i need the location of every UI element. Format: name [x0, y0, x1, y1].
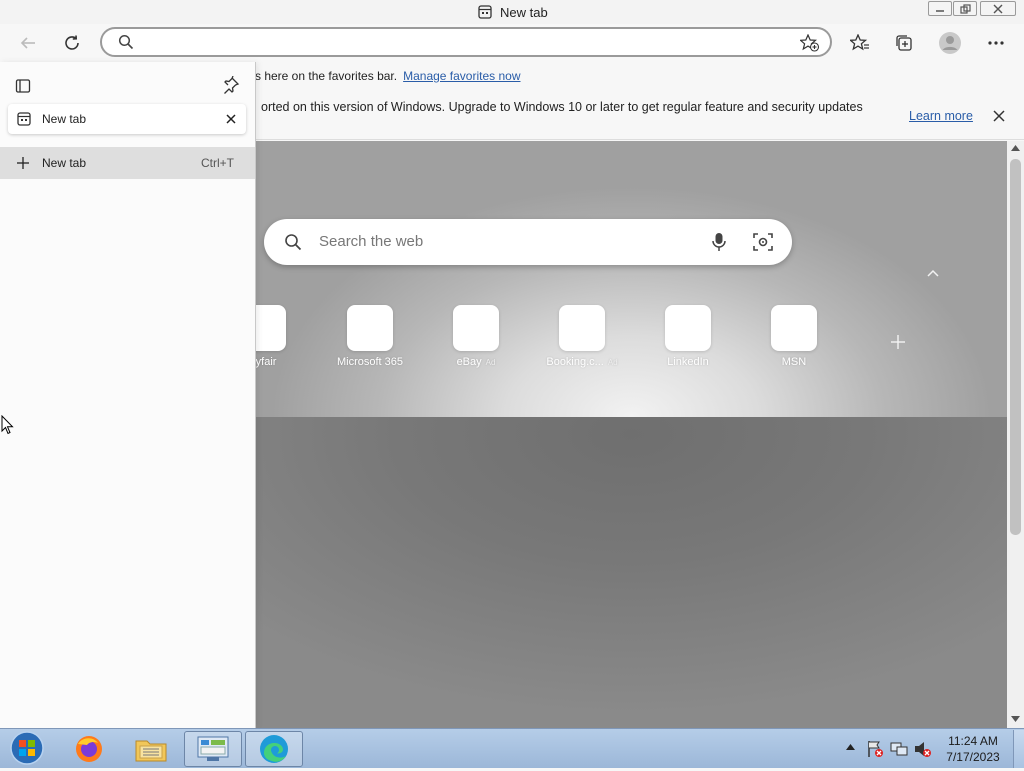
collections-button[interactable] — [890, 29, 918, 57]
new-tab-page-icon — [478, 5, 492, 19]
unsupported-os-bar: orted on this version of Windows. Upgrad… — [255, 90, 1024, 140]
quick-link-tile[interactable] — [665, 305, 711, 351]
window-title-text: New tab — [500, 4, 548, 20]
address-input[interactable] — [142, 33, 782, 51]
taskbar-control-panel[interactable] — [184, 731, 242, 767]
vertical-tabs-pane: New tab New tab Ctrl+T — [0, 62, 256, 728]
unsupported-os-text: orted on this version of Windows. Upgrad… — [261, 100, 863, 114]
learn-more-link[interactable]: Learn more — [909, 109, 973, 123]
ad-badge: Ad — [607, 358, 618, 367]
favorites-button[interactable] — [846, 29, 874, 57]
quick-link-tile[interactable] — [453, 305, 499, 351]
taskbar-file-explorer[interactable] — [122, 731, 180, 767]
quick-link-label: Microsoft 365 — [336, 356, 404, 368]
ad-badge: Ad — [485, 358, 496, 367]
refresh-button[interactable] — [58, 29, 86, 57]
new-tab-page-icon — [17, 112, 31, 126]
favorites-bar-text: s here on the favorites bar. — [255, 69, 398, 83]
scroll-up-icon[interactable] — [1011, 145, 1020, 151]
avatar-icon — [939, 32, 961, 54]
tab-actions-icon[interactable] — [15, 78, 31, 94]
minimize-icon — [936, 9, 944, 12]
chevron-up-icon[interactable] — [926, 268, 940, 278]
quick-link-label: eBay Ad — [456, 356, 496, 368]
edge-icon — [260, 735, 288, 763]
quick-link-tile[interactable] — [256, 305, 286, 351]
arrow-left-icon — [20, 37, 35, 49]
control-panel-icon — [197, 736, 229, 761]
back-button[interactable] — [14, 29, 42, 57]
settings-more-button[interactable] — [982, 29, 1010, 57]
taskbar-firefox[interactable] — [60, 731, 118, 767]
scroll-thumb[interactable] — [1010, 159, 1021, 535]
folder-icon — [135, 740, 167, 762]
quick-link-tile[interactable] — [771, 305, 817, 351]
quick-link-tile[interactable] — [559, 305, 605, 351]
web-search-box[interactable]: Search the web — [264, 219, 792, 265]
mouse-cursor-icon — [1, 415, 14, 435]
restore-icon — [959, 3, 971, 14]
search-icon — [118, 34, 134, 50]
clock-time: 11:24 AM — [948, 734, 998, 748]
new-tab-shortcut: Ctrl+T — [201, 156, 234, 170]
address-bar[interactable] — [100, 27, 832, 57]
clock-date: 7/17/2023 — [946, 750, 1000, 764]
visual-search-icon[interactable] — [753, 232, 773, 252]
network-icon[interactable] — [890, 740, 908, 758]
pin-icon[interactable] — [222, 76, 240, 94]
show-hidden-icons-icon[interactable] — [846, 744, 855, 750]
favorites-bar-hint: s here on the favorites bar. Manage favo… — [255, 62, 1024, 90]
taskbar-clock[interactable]: 11:24 AM 7/17/2023 — [930, 733, 1016, 765]
refresh-icon — [65, 35, 79, 50]
plus-icon[interactable] — [890, 334, 906, 350]
new-tab-button[interactable]: New tab Ctrl+T — [0, 147, 255, 179]
search-placeholder: Search the web — [319, 233, 424, 250]
windows-start-orb-icon — [10, 731, 44, 765]
tab-title: New tab — [42, 112, 87, 126]
profile-button[interactable] — [936, 29, 964, 57]
start-button[interactable] — [8, 730, 46, 766]
tab-new-tab[interactable]: New tab — [8, 104, 246, 134]
show-desktop-button[interactable] — [1013, 730, 1024, 768]
firefox-icon — [76, 736, 102, 762]
minimize-button[interactable] — [928, 1, 952, 16]
action-center-flag-icon[interactable] — [866, 740, 884, 758]
restore-button[interactable] — [953, 1, 977, 16]
quick-link-tile[interactable] — [347, 305, 393, 351]
close-icon[interactable] — [993, 110, 1005, 122]
search-icon — [285, 234, 302, 251]
new-tab-page: Search the web ayfair Microsoft 365 eBay… — [256, 141, 1007, 728]
scroll-down-icon[interactable] — [1011, 716, 1020, 722]
more-horizontal-icon — [988, 41, 1004, 45]
collections-icon — [896, 35, 912, 51]
window-title: New tab — [478, 2, 548, 22]
close-window-button[interactable] — [980, 1, 1016, 16]
taskbar-edge[interactable] — [245, 731, 303, 767]
plus-icon — [17, 157, 29, 169]
close-icon — [993, 4, 1003, 13]
quick-link-label: Booking.c... Ad — [546, 356, 618, 368]
quick-link-label: ayfair — [256, 356, 277, 368]
manage-favorites-link[interactable]: Manage favorites now — [403, 69, 520, 83]
hero-background — [256, 141, 1007, 417]
microphone-icon[interactable] — [712, 232, 726, 252]
favorites-icon — [850, 34, 869, 51]
quick-link-label: MSN — [781, 356, 807, 368]
page-scrollbar[interactable] — [1007, 141, 1024, 728]
add-favorite-icon[interactable] — [800, 34, 820, 52]
close-tab-icon[interactable] — [226, 114, 236, 124]
quick-link-label: LinkedIn — [667, 356, 709, 368]
new-tab-label: New tab — [42, 156, 87, 170]
